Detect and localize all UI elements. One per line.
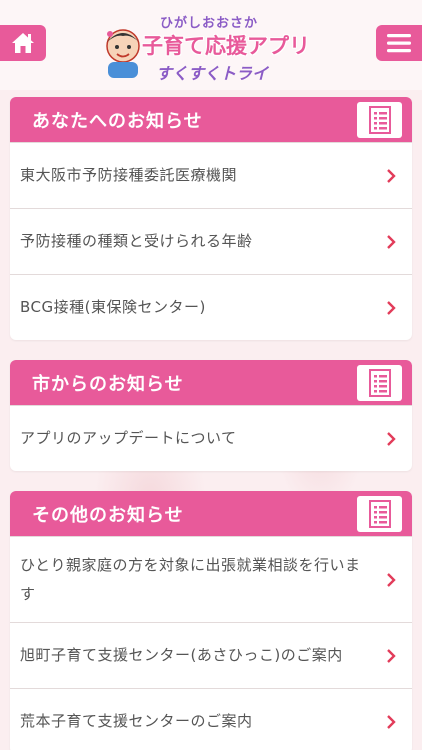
chevron-right-icon	[387, 168, 396, 183]
logo-subtitle: ひがしおおさか	[160, 16, 259, 31]
section-city-notices: 市からのお知らせ アプリのアップデートについて	[10, 360, 412, 471]
chevron-right-icon	[387, 234, 396, 249]
list-item[interactable]: 予防接種の種類と受けられる年齢	[10, 208, 412, 274]
chevron-right-icon	[387, 431, 396, 446]
chevron-right-icon	[387, 714, 396, 729]
section-header: 市からのお知らせ	[10, 360, 412, 405]
chevron-right-icon	[387, 300, 396, 315]
logo-tagline: すくすくトライ	[156, 64, 269, 83]
hamburger-menu-icon	[387, 34, 411, 53]
section-title: 市からのお知らせ	[32, 373, 184, 395]
list-item[interactable]: BCG接種(東保険センター)	[10, 274, 412, 340]
list-icon	[368, 499, 391, 528]
chevron-right-icon	[387, 572, 396, 587]
list-item-label: BCG接種(東保険センター)	[20, 298, 206, 316]
list-icon	[368, 105, 391, 134]
list-item-label: 旭町子育て支援センター(あさひっこ)のご案内	[20, 646, 343, 664]
list-item[interactable]: 東大阪市予防接種委託医療機関	[10, 142, 412, 208]
list-item[interactable]: ひとり親家庭の方を対象に出張就業相談を行います	[10, 536, 412, 622]
section-other-notices: その他のお知らせ ひとり親家庭の方を対象に出張就業相談を行います 旭町子育て支援…	[10, 491, 412, 750]
section-personal-notices: あなたへのお知らせ 東大阪市予防接種委託医療機関 予防接種の種類と受けられる年齢…	[10, 97, 412, 340]
logo-title: 子育て応援アプリ	[142, 34, 310, 58]
chevron-right-icon	[387, 648, 396, 663]
menu-button[interactable]	[376, 25, 422, 61]
list-item-label: アプリのアップデートについて	[20, 429, 237, 447]
section-header: あなたへのお知らせ	[10, 97, 412, 142]
home-button[interactable]	[0, 25, 46, 61]
list-item-label: 荒本子育て支援センターのご案内	[20, 712, 253, 730]
notice-sections: あなたへのお知らせ 東大阪市予防接種委託医療機関 予防接種の種類と受けられる年齢…	[10, 97, 412, 750]
list-item-label: 東大阪市予防接種委託医療機関	[20, 166, 238, 184]
section-title: その他のお知らせ	[32, 504, 184, 526]
list-item[interactable]: アプリのアップデートについて	[10, 405, 412, 471]
list-item-label: ひとり親家庭の方を対象に出張就業相談を行います	[20, 555, 361, 603]
list-item-label: 予防接種の種類と受けられる年齢	[20, 232, 253, 250]
list-button[interactable]	[357, 101, 402, 138]
section-title: あなたへのお知らせ	[32, 110, 203, 132]
mascot-icon	[106, 29, 140, 78]
list-item[interactable]: 荒本子育て支援センターのご案内	[10, 688, 412, 750]
section-header: その他のお知らせ	[10, 491, 412, 536]
app-header: ひがしおおさか 子育て応援アプリ すくすくトライ	[0, 0, 422, 90]
list-button[interactable]	[357, 364, 402, 401]
list-icon	[368, 368, 391, 397]
list-item[interactable]: 旭町子育て支援センター(あさひっこ)のご案内	[10, 622, 412, 688]
home-icon	[12, 33, 34, 53]
list-button[interactable]	[357, 495, 402, 532]
app-logo: ひがしおおさか 子育て応援アプリ すくすくトライ	[100, 8, 322, 86]
